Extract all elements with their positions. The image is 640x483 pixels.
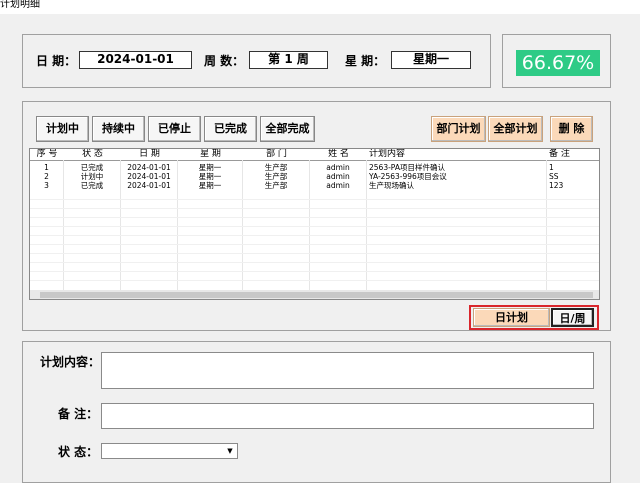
row-divider	[30, 271, 599, 272]
dropdown-arrow-icon[interactable]: ▼	[224, 445, 236, 457]
cell-weekday: 星期一	[198, 163, 222, 172]
cell-status: 计划中	[80, 172, 104, 181]
cell-date: 2024-01-01	[127, 181, 171, 190]
day-plan-button[interactable]: 日计划	[473, 308, 550, 327]
day-week-button[interactable]: 日/周	[551, 308, 594, 327]
cell-name: admin	[326, 181, 350, 190]
horizontal-scrollbar[interactable]	[30, 290, 599, 299]
col-header-content[interactable]: 计划内容	[367, 149, 550, 161]
cell-index: 2	[44, 172, 49, 181]
cell-weekday: 星期一	[198, 181, 222, 190]
cell-name: admin	[326, 172, 350, 181]
col-header-status[interactable]: 状 态	[64, 149, 122, 161]
status-label: 状 态：	[58, 445, 99, 459]
cell-status: 已完成	[80, 163, 104, 172]
cell-note: 123	[549, 181, 564, 190]
col-header-dept[interactable]: 部 门	[243, 149, 311, 161]
col-header-weekday[interactable]: 星 期	[178, 149, 244, 161]
row-divider	[30, 226, 599, 227]
col-header-note[interactable]: 备 注	[547, 149, 599, 161]
col-header-index[interactable]: 序 号	[30, 149, 65, 161]
row-divider	[30, 235, 599, 236]
date-label: 日 期：	[36, 54, 77, 68]
cell-content: 生产现场确认	[369, 181, 414, 190]
weekday-label: 星 期：	[345, 54, 386, 68]
content-textarea[interactable]	[101, 352, 594, 389]
cell-content: 2563-PA项目样件确认	[369, 163, 445, 172]
row-divider	[30, 244, 599, 245]
col-header-date[interactable]: 日 期	[121, 149, 179, 161]
cell-status: 已完成	[80, 181, 104, 190]
dept-plan-button[interactable]: 部门计划	[431, 116, 486, 142]
row-divider	[30, 253, 599, 254]
cell-dept: 生产部	[264, 172, 288, 181]
filter-ongoing-button[interactable]: 持续中	[92, 116, 145, 142]
cell-weekday: 星期一	[198, 172, 222, 181]
date-field[interactable]: 2024-01-01	[79, 51, 192, 69]
week-field[interactable]: 第 1 周	[249, 51, 328, 69]
cell-index: 3	[44, 181, 49, 190]
filter-done-button[interactable]: 已完成	[204, 116, 257, 142]
cell-note: 1	[549, 163, 554, 172]
window-title: 计划明细	[0, 0, 40, 10]
cell-content: YA-2563-996项目会议	[369, 172, 447, 181]
plan-table[interactable]: 序 号 状 态 日 期 星 期 部 门 姓 名 计划内容 备 注 1 已完成 2…	[29, 148, 600, 300]
row-divider	[30, 217, 599, 218]
cell-name: admin	[326, 163, 350, 172]
cell-dept: 生产部	[264, 163, 288, 172]
status-select[interactable]: ▼	[101, 443, 238, 459]
row-divider	[30, 208, 599, 209]
week-label: 周 数：	[204, 54, 245, 68]
note-label: 备 注：	[58, 407, 99, 421]
weekday-field[interactable]: 星期一	[391, 51, 471, 69]
row-divider	[30, 262, 599, 263]
title-bar	[0, 0, 640, 14]
filter-stopped-button[interactable]: 已停止	[148, 116, 201, 142]
cell-date: 2024-01-01	[127, 172, 171, 181]
cell-note: SS	[549, 172, 559, 181]
note-input[interactable]	[101, 403, 594, 429]
cell-index: 1	[44, 163, 49, 172]
scrollbar-thumb[interactable]	[40, 292, 593, 298]
col-header-name[interactable]: 姓 名	[310, 149, 368, 161]
cell-date: 2024-01-01	[127, 163, 171, 172]
filter-planning-button[interactable]: 计划中	[36, 116, 89, 142]
completion-percent: 66.67%	[516, 50, 600, 76]
cell-dept: 生产部	[264, 181, 288, 190]
filter-all-done-button[interactable]: 全部完成	[260, 116, 315, 142]
row-divider	[30, 199, 599, 200]
delete-button[interactable]: 删 除	[550, 116, 593, 142]
content-label: 计划内容：	[40, 355, 101, 369]
all-plan-button[interactable]: 全部计划	[488, 116, 543, 142]
row-divider	[30, 280, 599, 281]
